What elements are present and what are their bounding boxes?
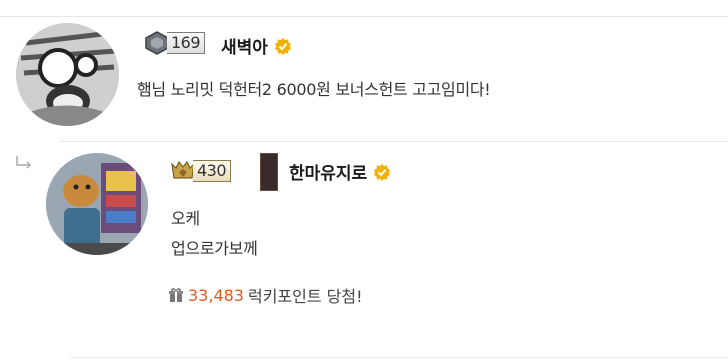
- avatar[interactable]: [46, 153, 148, 255]
- divider-top: [0, 16, 728, 17]
- level-badge: 169: [144, 30, 206, 56]
- gift-icon: [169, 288, 183, 302]
- lucky-points-label: 럭키포인트 당첨!: [247, 287, 363, 306]
- nickname[interactable]: 한마유지로: [289, 159, 391, 184]
- nickname-text[interactable]: 한마유지로: [289, 159, 367, 184]
- level-number: 169: [167, 32, 206, 54]
- divider-reply: [60, 141, 728, 142]
- comment-text: 햄님 노리밋 덕헌터2 6000원 보너스헌트 고고임미다!: [137, 80, 491, 99]
- reply-text-line: 업으로가보께: [171, 239, 258, 258]
- lucky-points-notice: 33,483 럭키포인트 당첨!: [168, 283, 363, 307]
- avatar[interactable]: [16, 23, 119, 126]
- reply-text-line: 오케: [171, 209, 200, 228]
- level-number: 430: [193, 160, 232, 182]
- nickname-text[interactable]: 새벽아: [221, 33, 268, 58]
- verified-badge-icon: [274, 37, 291, 55]
- level-badge: 430: [170, 158, 232, 184]
- verified-badge-icon: [374, 163, 391, 181]
- divider-bottom: [70, 357, 728, 358]
- reply-arrow-icon: [16, 156, 32, 169]
- emblem-icon: [260, 153, 278, 191]
- lucky-points-value: 33,483: [188, 285, 244, 305]
- nickname[interactable]: 새벽아: [221, 33, 292, 58]
